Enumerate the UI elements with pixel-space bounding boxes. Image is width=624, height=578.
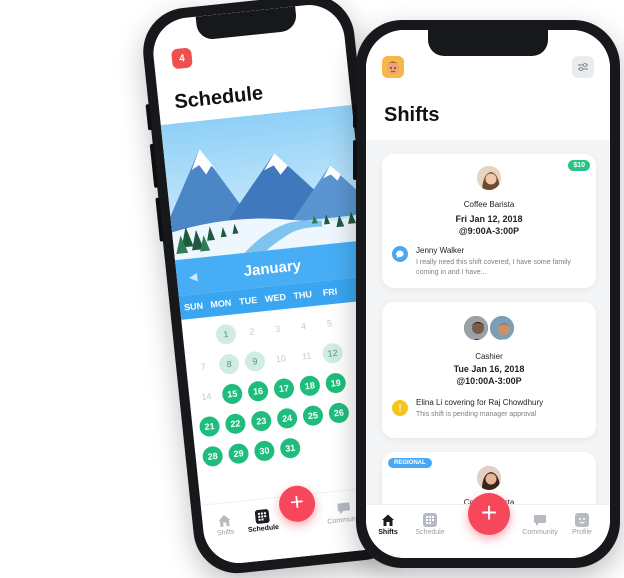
filter-button[interactable] (572, 56, 594, 78)
avatar (488, 314, 516, 342)
weekday-label: MON (209, 297, 232, 310)
person-photo-icon (477, 166, 501, 190)
page-title: Shifts (384, 104, 440, 126)
calendar-day[interactable]: 4 (293, 315, 315, 337)
calendar-empty-cell (189, 326, 211, 348)
tab-shifts[interactable]: Shifts (204, 511, 246, 538)
calendar-day[interactable]: 14 (195, 386, 217, 408)
tab-label: Community (522, 529, 558, 536)
previous-month-icon[interactable]: ◀ (188, 270, 198, 284)
avatar (462, 314, 490, 342)
tab-shifts[interactable]: Shifts (368, 513, 408, 536)
calendar-day[interactable]: 5 (318, 312, 340, 334)
calendar-day[interactable]: 7 (192, 356, 214, 378)
calendar-day[interactable]: 30 (253, 439, 276, 462)
calendar-day[interactable]: 18 (298, 374, 321, 397)
chat-bubble-icon (395, 249, 404, 258)
calendar-day[interactable]: 29 (227, 442, 250, 465)
calendar-day[interactable]: 11 (296, 345, 318, 367)
calendar-day[interactable]: 23 (250, 410, 273, 433)
user-avatar-icon (382, 56, 404, 78)
weekday-label: WED (264, 291, 287, 304)
calendar-day[interactable]: 3 (267, 318, 289, 340)
requester-name: Jenny Walker (416, 246, 465, 255)
grid-icon (254, 509, 270, 524)
mute-switch (353, 104, 357, 128)
avatar (475, 464, 503, 492)
home-icon (218, 515, 231, 527)
tab-label: Shifts (216, 528, 235, 538)
shift-date: Fri Jan 12, 2018 (455, 214, 523, 224)
weekday-label: THU (292, 289, 313, 301)
calendar-day[interactable]: 17 (272, 377, 295, 400)
person-photo-icon (464, 316, 488, 340)
add-shift-button[interactable]: + (468, 493, 510, 535)
shift-role: Coffee Barista (463, 200, 515, 209)
tab-schedule[interactable]: Schedule (242, 507, 284, 534)
notification-badge[interactable]: 4 (170, 47, 193, 70)
calendar-day[interactable]: 1 (215, 323, 237, 346)
regional-badge: REGIONAL (388, 458, 432, 468)
shift-time: @9:00A-3:00P (458, 226, 520, 236)
volume-up-button (353, 140, 357, 180)
calendar-day[interactable]: 16 (247, 380, 270, 403)
calendar-day[interactable]: 9 (243, 350, 266, 373)
tab-label: Schedule (415, 529, 445, 536)
shift-card[interactable]: Cashier Tue Jan 16, 2018 @10:00A-3:00P !… (382, 302, 596, 438)
weekday-label: TUE (238, 294, 258, 307)
calendar-day[interactable]: 8 (218, 353, 241, 376)
approval-status: This shift is pending manager approval (416, 411, 537, 418)
weekday-label: FRI (322, 286, 338, 298)
avatar (475, 164, 503, 192)
calendar-day[interactable]: 2 (241, 321, 263, 343)
chat-bubble-icon (534, 515, 546, 526)
notch (428, 30, 548, 56)
person-photo-icon (477, 466, 501, 490)
weekday-label: SUN (183, 300, 204, 313)
tab-label: Shifts (378, 529, 398, 536)
request-message: I really need this shift covered, I have… (416, 259, 571, 276)
calendar-day[interactable]: 24 (276, 407, 299, 430)
calendar-day[interactable]: 22 (224, 412, 247, 435)
chat-icon (392, 246, 408, 262)
calendar-day[interactable]: 10 (270, 348, 292, 370)
tab-bar: Shifts Schedule + Community (366, 493, 610, 558)
shift-date: Tue Jan 16, 2018 (453, 364, 525, 374)
header: Shifts (366, 30, 610, 140)
calendar-day[interactable]: 19 (324, 372, 347, 395)
person-photo-icon (490, 316, 514, 340)
calendar-grid: 1 2 3 4 5 7 8 9 10 11 12 14 15 16 17 18 19 21 22 23 24 25 26 28… (186, 306, 385, 474)
tab-label: Profile (572, 529, 592, 536)
grid-icon (423, 513, 437, 527)
home-icon (382, 514, 394, 526)
add-shift-button[interactable]: + (277, 484, 317, 524)
calendar-day[interactable]: 15 (221, 382, 244, 405)
pay-badge: $10 (568, 160, 590, 171)
profile-icon (575, 513, 589, 527)
calendar-day[interactable]: 26 (327, 401, 350, 424)
tab-community[interactable]: Community (520, 513, 560, 536)
calendar-day[interactable]: 31 (279, 437, 302, 460)
shifts-screen: Shifts $10 Coffee Barista Fri Jan 12, 20… (366, 30, 610, 558)
shift-time: @10:00A-3:00P (456, 376, 522, 386)
avatar[interactable] (382, 56, 404, 78)
shift-role: Cashier (475, 352, 503, 361)
page-title: Schedule (173, 82, 265, 114)
calendar-day[interactable]: 12 (321, 342, 344, 365)
mountain-illustration (160, 104, 366, 261)
coverage-title: Elina Li covering for Raj Chowdhury (416, 398, 544, 407)
tab-label: Schedule (247, 523, 280, 535)
month-label: January (242, 256, 302, 280)
calendar-day[interactable]: 21 (198, 415, 221, 438)
warning-icon: ! (392, 400, 408, 416)
calendar-day[interactable]: 28 (201, 445, 224, 468)
shifts-phone: Shifts $10 Coffee Barista Fri Jan 12, 20… (353, 20, 620, 568)
tab-profile[interactable]: Profile (562, 513, 602, 536)
shift-card[interactable]: $10 Coffee Barista Fri Jan 12, 2018 @9:0… (382, 154, 596, 288)
chat-bubble-icon (337, 502, 350, 515)
sliders-icon (578, 62, 588, 72)
tab-schedule[interactable]: Schedule (410, 513, 450, 536)
calendar-day[interactable]: 25 (301, 404, 324, 427)
